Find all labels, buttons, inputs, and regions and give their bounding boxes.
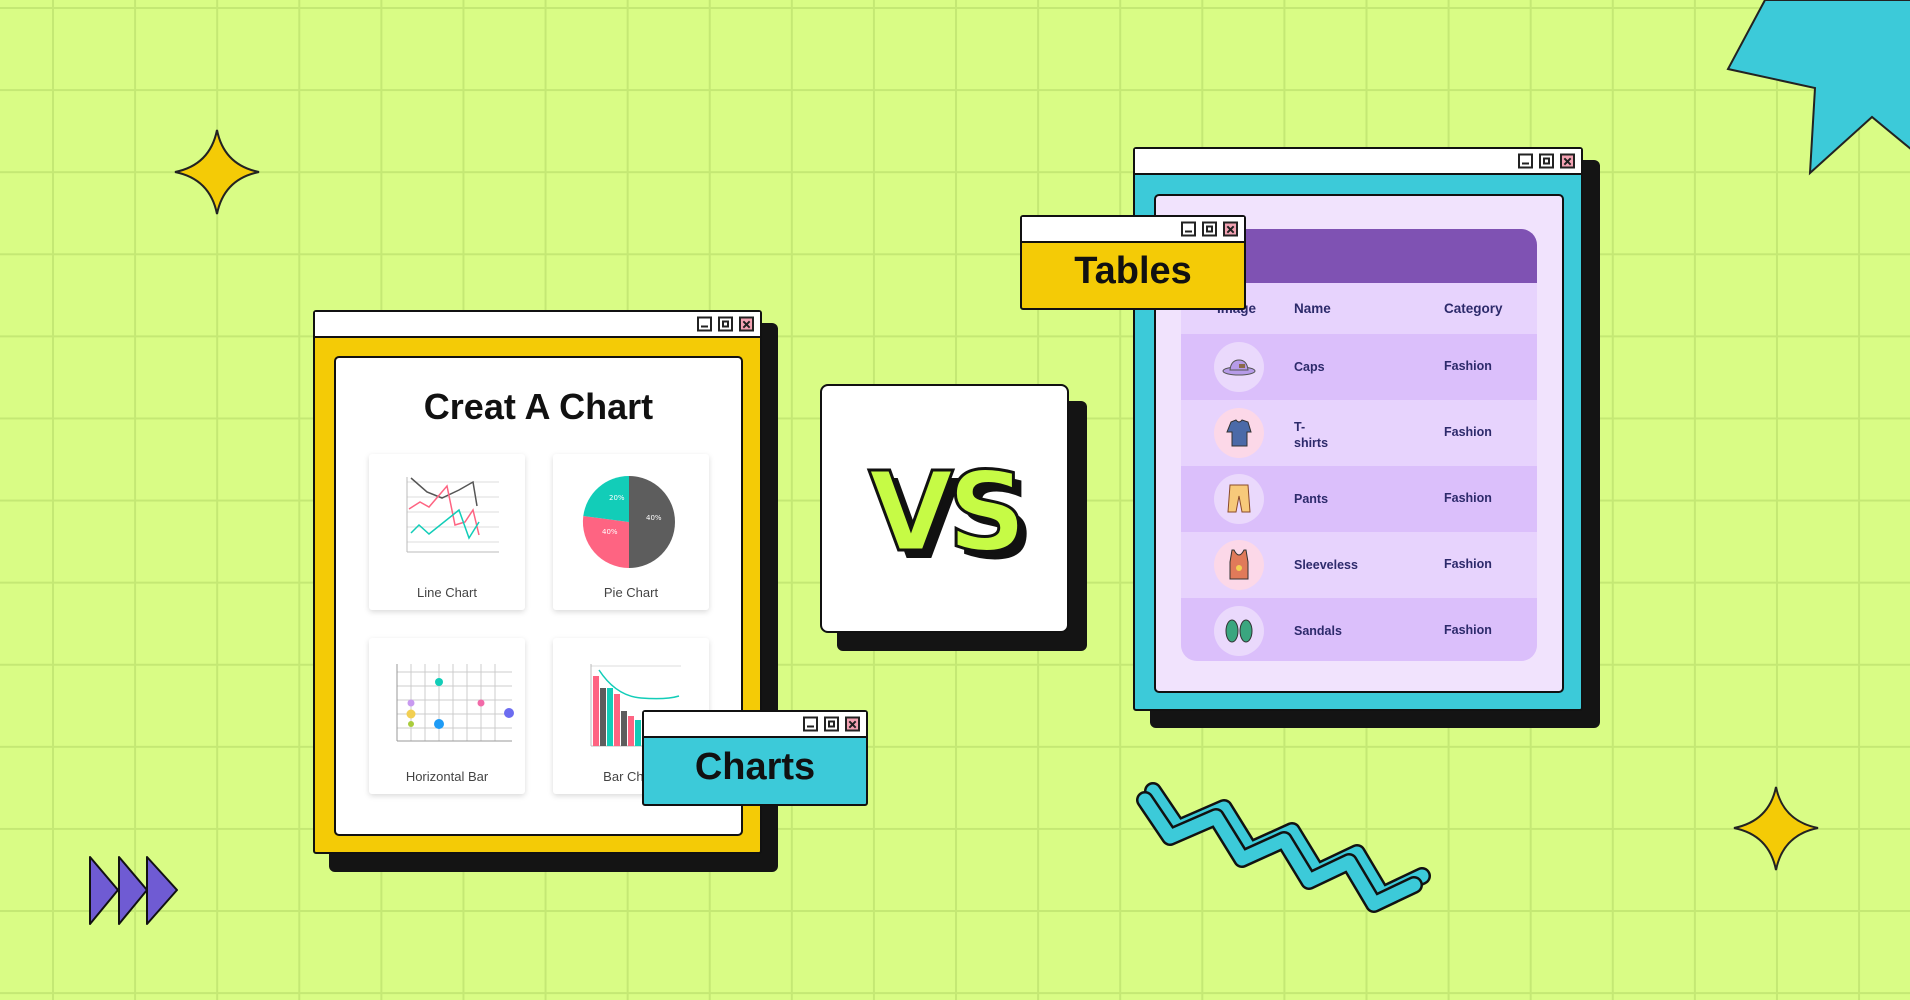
card-label: Pie Chart bbox=[603, 585, 659, 600]
table-row[interactable]: Sleeveless Fashion bbox=[1181, 532, 1537, 598]
vs-card: VS bbox=[820, 384, 1069, 633]
cap-icon bbox=[1214, 342, 1264, 392]
fast-forward-arrows-icon bbox=[89, 856, 178, 925]
tables-label: Tables bbox=[1074, 250, 1192, 292]
star-cyan-icon bbox=[1726, 0, 1910, 176]
row-category: Fashion bbox=[1444, 359, 1492, 373]
close-button[interactable] bbox=[1560, 153, 1575, 169]
line-chart-thumbnail bbox=[406, 477, 499, 553]
row-name: T- shirts bbox=[1294, 420, 1329, 450]
scatter-thumbnail bbox=[396, 664, 514, 742]
title-bar bbox=[1022, 217, 1244, 243]
close-button[interactable] bbox=[1223, 221, 1238, 237]
sandals-icon bbox=[1214, 606, 1264, 656]
minimize-button[interactable] bbox=[1181, 221, 1196, 237]
horizontal-bar-card[interactable]: Horizontal Bar bbox=[369, 638, 525, 794]
minimize-button[interactable] bbox=[1518, 153, 1533, 169]
star-yellow-left-icon bbox=[174, 129, 260, 215]
charts-label-window: Charts bbox=[642, 710, 868, 806]
minimize-button[interactable] bbox=[803, 716, 818, 732]
pie-label-dark: 40% bbox=[646, 514, 662, 522]
line-chart-card[interactable]: Line Chart bbox=[369, 454, 525, 610]
pie-label-teal: 20% bbox=[609, 494, 625, 502]
page-title: Creat A Chart bbox=[423, 386, 654, 427]
tshirt-icon bbox=[1214, 408, 1264, 458]
card-label: Line Chart bbox=[417, 585, 477, 600]
tank-top-icon bbox=[1214, 540, 1264, 590]
table-row[interactable]: Caps Fashion bbox=[1181, 334, 1537, 400]
title-bar bbox=[1135, 149, 1581, 175]
pie-chart-thumbnail: 20% 40% 40% bbox=[582, 475, 675, 569]
row-name: Sleeveless bbox=[1294, 558, 1358, 572]
pants-icon bbox=[1214, 474, 1264, 524]
row-category: Fashion bbox=[1444, 425, 1492, 439]
zigzag-icon bbox=[1136, 782, 1431, 913]
table-row[interactable]: Pants Fashion bbox=[1181, 466, 1537, 532]
maximize-button[interactable] bbox=[1202, 221, 1217, 237]
star-yellow-right-icon bbox=[1733, 786, 1819, 871]
title-bar bbox=[644, 712, 866, 738]
column-header-category: Category bbox=[1444, 301, 1503, 316]
minimize-button[interactable] bbox=[697, 316, 712, 332]
row-category: Fashion bbox=[1444, 557, 1492, 571]
charts-label: Charts bbox=[694, 746, 816, 788]
title-bar bbox=[315, 312, 760, 338]
maximize-button[interactable] bbox=[1539, 153, 1554, 169]
row-name: Caps bbox=[1294, 360, 1325, 374]
row-category: Fashion bbox=[1444, 491, 1492, 505]
pie-label-pink: 40% bbox=[602, 528, 618, 536]
maximize-button[interactable] bbox=[824, 716, 839, 732]
close-button[interactable] bbox=[739, 316, 754, 332]
row-name: Pants bbox=[1294, 492, 1329, 506]
pie-chart-card[interactable]: 20% 40% 40% Pie Chart bbox=[553, 454, 709, 610]
close-button[interactable] bbox=[845, 716, 860, 732]
vs-label: VS bbox=[867, 447, 1028, 578]
table-row[interactable]: T- shirts Fashion bbox=[1181, 400, 1537, 466]
pie-slice-dark bbox=[629, 476, 675, 568]
row-category: Fashion bbox=[1444, 623, 1492, 637]
row-name: Sandals bbox=[1294, 624, 1342, 638]
card-label: Horizontal Bar bbox=[405, 769, 489, 784]
pie-slice-pink bbox=[582, 516, 629, 569]
table-row[interactable]: Sandals Fashion bbox=[1181, 598, 1537, 661]
maximize-button[interactable] bbox=[718, 316, 733, 332]
tables-label-window: Tables bbox=[1020, 215, 1246, 310]
column-header-name: Name bbox=[1294, 301, 1331, 316]
